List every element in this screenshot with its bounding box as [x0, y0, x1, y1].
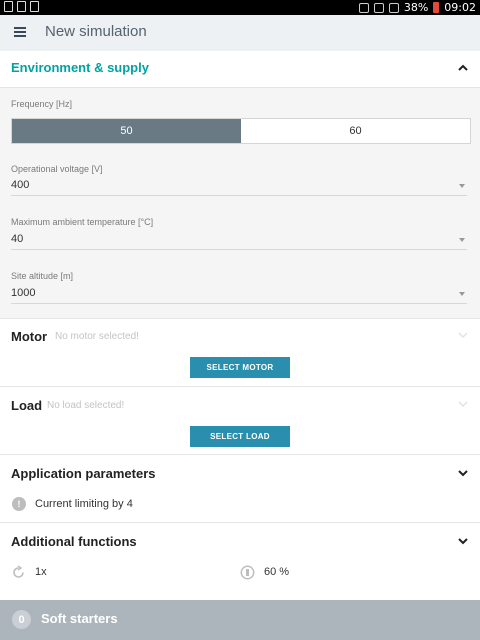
status-bar: 38% 09:02 [0, 0, 480, 15]
application-title: Application parameters [11, 466, 156, 481]
load-title: Load [11, 398, 43, 413]
page-title: New simulation [45, 23, 147, 40]
environment-header[interactable]: Environment & supply [0, 51, 480, 88]
notification-icon [4, 1, 13, 12]
clock: 09:02 [444, 1, 476, 14]
voltage-select[interactable]: 400 [11, 179, 467, 196]
voltage-value: 400 [11, 179, 30, 191]
application-section: Application parameters ! Current limitin… [0, 454, 480, 523]
battery-percent: 38% [403, 1, 429, 14]
soft-starters-bar[interactable]: 0 Soft starters [0, 600, 480, 640]
altitude-select[interactable]: 1000 [11, 287, 467, 304]
gauge-icon [240, 565, 255, 580]
dropdown-arrow-icon [459, 292, 465, 296]
notification-icon [17, 1, 26, 12]
chevron-up-icon[interactable] [458, 63, 468, 73]
warning-icon: ! [12, 497, 26, 511]
wifi-icon [373, 2, 384, 13]
temperature-select[interactable]: 40 [11, 233, 467, 250]
voltage-label: Operational voltage [V] [11, 164, 103, 174]
dropdown-arrow-icon [459, 238, 465, 242]
temperature-value: 40 [11, 233, 24, 245]
motor-note: No motor selected! [55, 331, 139, 342]
load-note: No load selected! [47, 400, 125, 411]
status-right: 38% 09:02 [358, 1, 476, 14]
notification-icon [30, 1, 39, 12]
soft-starters-title: Soft starters [41, 611, 118, 626]
frequency-label: Frequency [Hz] [11, 99, 73, 109]
chevron-down-icon[interactable] [458, 399, 468, 409]
mute-icon [358, 2, 369, 13]
dropdown-arrow-icon [459, 184, 465, 188]
temperature-label: Maximum ambient temperature [°C] [11, 217, 154, 227]
environment-title: Environment & supply [11, 60, 149, 75]
additional-section: Additional functions 1x 60 % [0, 522, 480, 601]
motor-section: Motor No motor selected! SELECT MOTOR [0, 318, 480, 387]
count-badge: 0 [12, 610, 31, 629]
chevron-down-icon[interactable] [458, 330, 468, 340]
environment-section: Environment & supply Frequency [Hz] 50 6… [0, 51, 480, 318]
notification-icons [4, 1, 39, 12]
load-section: Load No load selected! SELECT LOAD [0, 386, 480, 455]
chevron-down-icon[interactable] [458, 468, 468, 478]
additional-title: Additional functions [11, 534, 137, 549]
select-load-button[interactable]: SELECT LOAD [190, 426, 290, 447]
restarts-value: 1x [35, 566, 47, 578]
frequency-option-50[interactable]: 50 [12, 119, 241, 143]
menu-icon[interactable] [14, 27, 26, 37]
battery-icon [433, 2, 440, 13]
restart-icon [11, 565, 26, 580]
signal-icon [388, 2, 399, 13]
altitude-label: Site altitude [m] [11, 271, 74, 281]
app-bar: New simulation [0, 15, 480, 52]
altitude-value: 1000 [11, 287, 36, 299]
frequency-selector: 50 60 [11, 118, 471, 144]
current-limiting-text: Current limiting by 4 [35, 498, 133, 510]
duty-value: 60 % [264, 566, 290, 578]
frequency-option-60[interactable]: 60 [241, 119, 470, 143]
select-motor-button[interactable]: SELECT MOTOR [190, 357, 290, 378]
motor-title: Motor [11, 329, 48, 344]
chevron-down-icon[interactable] [458, 536, 468, 546]
